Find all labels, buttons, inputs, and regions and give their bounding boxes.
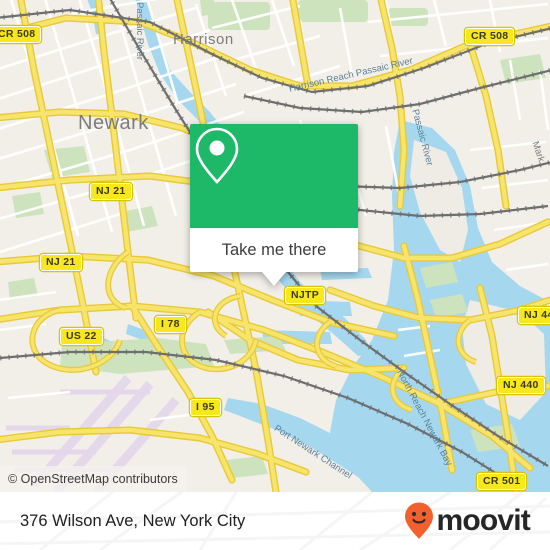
map-shield-cr-501[interactable]: CR 501 (477, 473, 527, 490)
moovit-smiley-pin-icon (405, 502, 434, 539)
map-shield-i-95[interactable]: I 95 (190, 399, 221, 416)
map-shield-nj-21-south[interactable]: NJ 21 (40, 254, 82, 271)
map-canvas[interactable]: Newark Harrison Passaic River Harrison R… (0, 0, 550, 492)
map-attribution[interactable]: © OpenStreetMap contributors (0, 466, 187, 492)
map-shield-us-22[interactable]: US 22 (60, 328, 103, 345)
footer-bar: 376 Wilson Ave, New York City moovit (0, 492, 550, 550)
map-shield-njtp[interactable]: NJTP (285, 287, 326, 304)
moovit-logo[interactable]: moovit (404, 502, 531, 540)
map-shield-i-78[interactable]: I 78 (155, 316, 186, 333)
map-shield-nj-21-north[interactable]: NJ 21 (90, 183, 132, 200)
location-callout-card[interactable]: Take me there (190, 124, 358, 286)
take-me-there-button[interactable]: Take me there (190, 228, 358, 272)
map-pin-icon (195, 127, 239, 184)
map-shield-cr-508-east[interactable]: CR 508 (465, 28, 515, 45)
moovit-wordmark: moovit (436, 504, 530, 537)
map-shield-nj-440-north[interactable]: NJ 44 (518, 307, 550, 324)
moovit-map-screen: Newark Harrison Passaic River Harrison R… (0, 0, 550, 550)
map-shield-cr-508-west[interactable]: CR 508 (0, 26, 42, 43)
callout-pointer (262, 272, 286, 286)
callout-icon-area (190, 124, 358, 228)
address-label: 376 Wilson Ave, New York City (20, 511, 246, 530)
map-shield-nj-440-south[interactable]: NJ 440 (497, 377, 545, 394)
attribution-text: © OpenStreetMap contributors (8, 472, 178, 486)
take-me-there-label: Take me there (221, 240, 327, 259)
